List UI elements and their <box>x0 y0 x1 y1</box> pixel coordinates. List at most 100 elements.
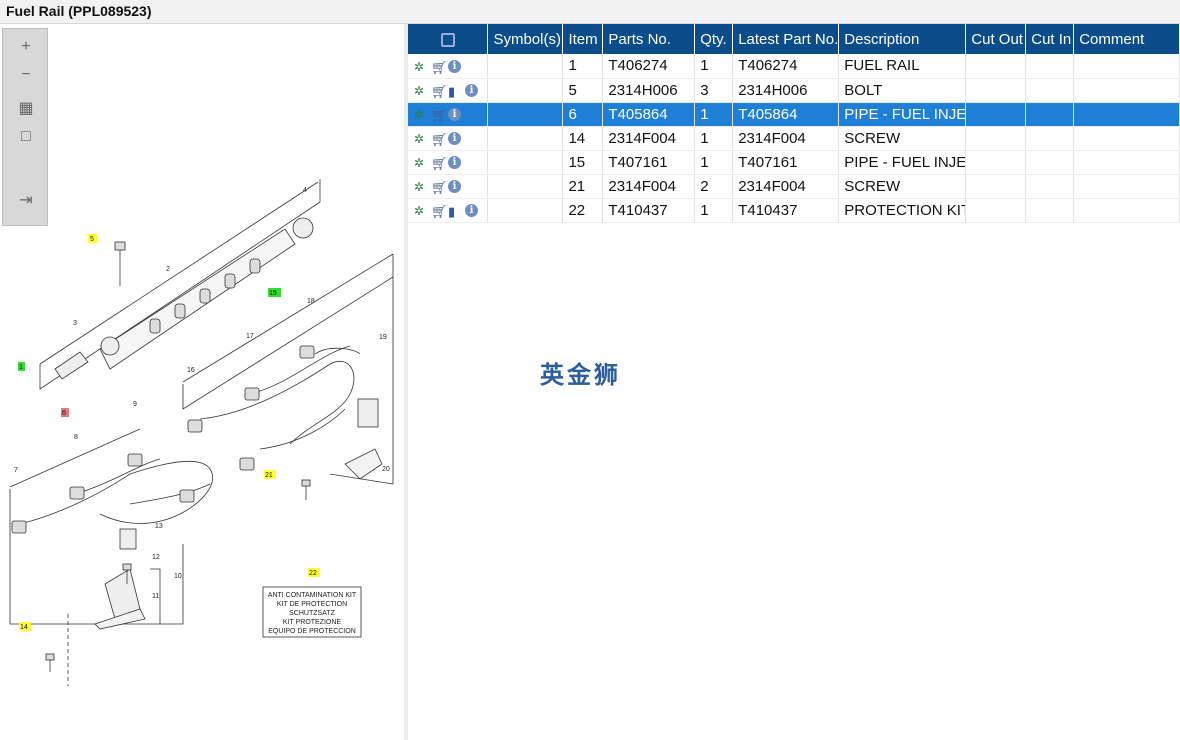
column-symbols[interactable]: Symbol(s) <box>487 24 564 54</box>
info-icon[interactable]: i <box>448 59 461 73</box>
cell-latest-part[interactable]: 2314H006 <box>732 78 840 103</box>
cell-qty[interactable]: 1 <box>694 102 734 127</box>
cell-parts-no[interactable]: T410437 <box>602 198 696 223</box>
cell-description[interactable]: FUEL RAIL <box>838 54 967 79</box>
cell-cut-out[interactable] <box>965 174 1027 199</box>
cell-cut-in[interactable] <box>1025 174 1075 199</box>
cell-item[interactable]: 14 <box>562 126 604 151</box>
callout-21[interactable]: 21 <box>265 472 273 479</box>
info-icon[interactable]: i <box>448 108 461 122</box>
cell-cut-in[interactable] <box>1025 126 1075 151</box>
gears-icon[interactable]: ✲ <box>414 156 427 170</box>
cell-description[interactable]: BOLT <box>838 78 967 103</box>
callout-6[interactable]: 6 <box>62 410 66 417</box>
cell-cut-out[interactable] <box>965 150 1027 175</box>
cart-icon[interactable]: 🛒︎ <box>431 204 448 219</box>
cell-cut-out[interactable] <box>965 54 1027 79</box>
cell-comment[interactable] <box>1073 198 1180 223</box>
cell-item[interactable]: 5 <box>562 78 604 103</box>
cell-qty[interactable]: 1 <box>694 126 734 151</box>
cell-comment[interactable] <box>1073 54 1180 79</box>
cell-symbols[interactable] <box>487 174 564 199</box>
table-row[interactable]: ✲ 🛒︎▮ i 5 2314H006 3 2314H006 BOLT <box>408 78 1180 103</box>
callout-15[interactable]: 15 <box>269 290 277 297</box>
cell-latest-part[interactable]: 2314F004 <box>732 174 840 199</box>
zoom-in-icon[interactable]: + <box>15 37 37 57</box>
cell-description[interactable]: PROTECTION KIT <box>838 198 967 223</box>
cell-cut-out[interactable] <box>965 198 1027 223</box>
table-row[interactable]: ✲ 🛒︎▮ i 22 T410437 1 T410437 PROTECTION KIT <box>408 198 1180 223</box>
cell-latest-part[interactable]: T405864 <box>732 102 840 127</box>
cell-qty[interactable]: 2 <box>694 174 734 199</box>
cell-cut-in[interactable] <box>1025 198 1075 223</box>
cell-latest-part[interactable]: T407161 <box>732 150 840 175</box>
cell-item[interactable]: 1 <box>562 54 604 79</box>
cell-symbols[interactable] <box>487 78 564 103</box>
cell-parts-no[interactable]: 2314F004 <box>602 126 696 151</box>
export-icon[interactable]: ⇥ <box>15 191 37 211</box>
cart-icon[interactable]: 🛒︎ <box>431 156 448 171</box>
cell-symbols[interactable] <box>487 150 564 175</box>
cell-symbols[interactable] <box>487 54 564 79</box>
cell-cut-in[interactable] <box>1025 78 1075 103</box>
cell-parts-no[interactable]: 2314H006 <box>602 78 696 103</box>
cell-latest-part[interactable]: T406274 <box>732 54 840 79</box>
column-cut-in[interactable]: Cut In <box>1025 24 1075 54</box>
cell-cut-out[interactable] <box>965 78 1027 103</box>
cell-description[interactable]: SCREW <box>838 174 967 199</box>
cell-description[interactable]: PIPE - FUEL INJECT <box>838 150 967 175</box>
cell-item[interactable]: 15 <box>562 150 604 175</box>
gear-icon[interactable]: ✲ <box>414 84 427 98</box>
gears-icon[interactable]: ✲ <box>414 108 427 122</box>
cell-item[interactable]: 22 <box>562 198 604 223</box>
cart-icon[interactable]: 🛒︎ <box>431 84 448 99</box>
book-icon[interactable]: ▮ <box>448 204 461 219</box>
table-row[interactable]: ✲🛒︎i6T4058641T405864PIPE - FUEL INJECT <box>408 102 1180 127</box>
table-row[interactable]: ✲🛒︎i15T4071611T407161PIPE - FUEL INJECT <box>408 150 1180 175</box>
column-search[interactable] <box>408 24 489 54</box>
cell-item[interactable]: 6 <box>562 102 604 127</box>
callout-14[interactable]: 14 <box>20 624 28 631</box>
cell-description[interactable]: PIPE - FUEL INJECT <box>838 102 967 127</box>
info-icon[interactable]: i <box>448 132 461 146</box>
cell-symbols[interactable] <box>487 198 564 223</box>
cell-cut-in[interactable] <box>1025 150 1075 175</box>
cell-symbols[interactable] <box>487 126 564 151</box>
cart-icon[interactable]: 🛒︎ <box>431 60 448 75</box>
table-row[interactable]: ✲ 🛒︎ i 14 2314F004 1 2314F004 SCREW <box>408 126 1180 151</box>
cell-description[interactable]: SCREW <box>838 126 967 151</box>
info-icon[interactable]: i <box>448 156 461 170</box>
cell-item[interactable]: 21 <box>562 174 604 199</box>
gear-icon[interactable]: ✲ <box>414 132 427 146</box>
cell-comment[interactable] <box>1073 150 1180 175</box>
gear-icon[interactable]: ✲ <box>414 180 427 194</box>
callout-1[interactable]: 1 <box>19 364 23 371</box>
info-icon[interactable]: i <box>448 180 461 194</box>
cell-comment[interactable] <box>1073 126 1180 151</box>
cell-comment[interactable] <box>1073 102 1180 127</box>
column-comment[interactable]: Comment <box>1073 24 1180 54</box>
cell-comment[interactable] <box>1073 174 1180 199</box>
gear-icon[interactable]: ✲ <box>414 204 427 218</box>
cell-comment[interactable] <box>1073 78 1180 103</box>
column-latest-part[interactable]: Latest Part No. <box>732 24 840 54</box>
cell-latest-part[interactable]: 2314F004 <box>732 126 840 151</box>
cell-parts-no[interactable]: T407161 <box>602 150 696 175</box>
cart-icon[interactable]: 🛒︎ <box>431 180 448 195</box>
cell-qty[interactable]: 1 <box>694 198 734 223</box>
cell-qty[interactable]: 1 <box>694 150 734 175</box>
cell-parts-no[interactable]: T406274 <box>602 54 696 79</box>
table-row[interactable]: ✲ 🛒︎ i 21 2314F004 2 2314F004 SCREW <box>408 174 1180 199</box>
column-item[interactable]: Item <box>562 24 604 54</box>
column-description[interactable]: Description <box>838 24 967 54</box>
info-icon[interactable]: i <box>465 204 478 218</box>
fit-all-icon[interactable]: ▦ <box>15 99 37 119</box>
table-row[interactable]: ✲ 🛒︎ i 1 T406274 1 T406274 FUEL RAIL <box>408 54 1180 79</box>
zoom-out-icon[interactable]: − <box>15 65 37 85</box>
cell-cut-in[interactable] <box>1025 54 1075 79</box>
fit-window-icon[interactable]: □ <box>15 127 37 147</box>
column-cut-out[interactable]: Cut Out <box>965 24 1027 54</box>
cell-parts-no[interactable]: T405864 <box>602 102 696 127</box>
cell-latest-part[interactable]: T410437 <box>732 198 840 223</box>
cell-symbols[interactable] <box>487 102 564 127</box>
